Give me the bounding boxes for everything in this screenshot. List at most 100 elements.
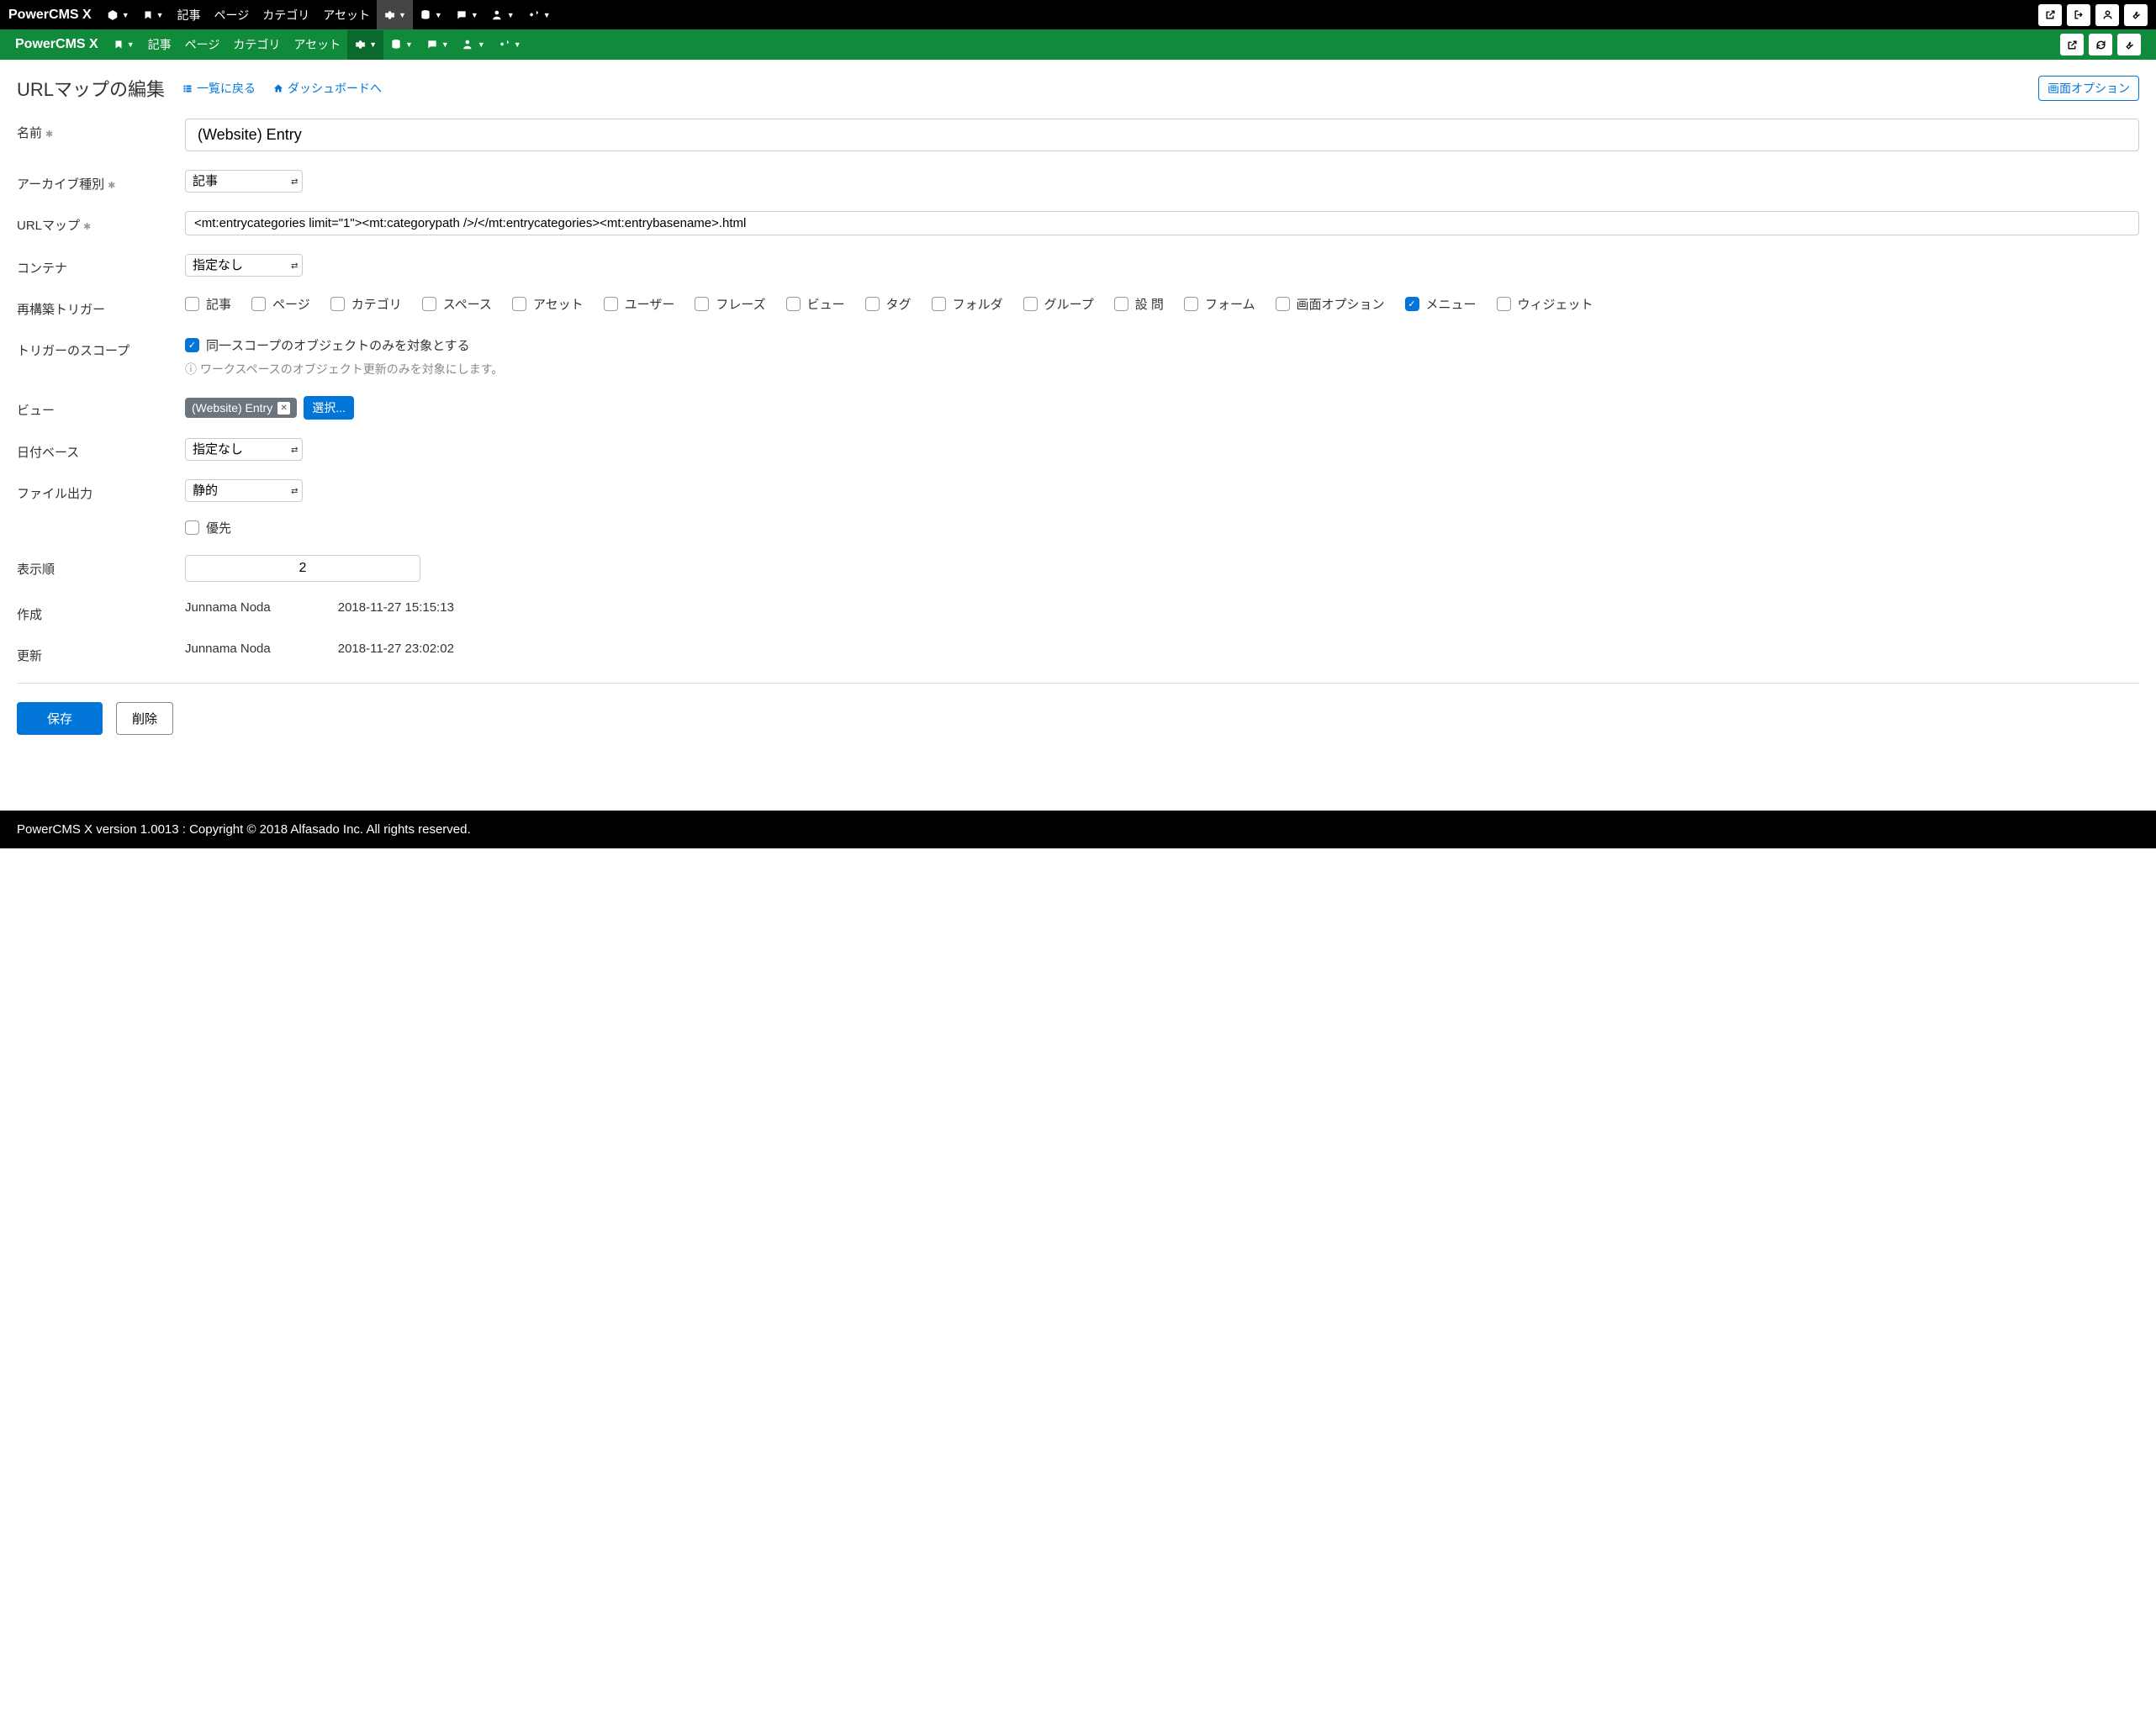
- green-gear-icon[interactable]: ▼: [347, 30, 383, 60]
- trigger-label: ウィジェット: [1518, 295, 1593, 313]
- label-trigger: 再構築トリガー: [17, 295, 185, 318]
- content: URLマップの編集 一覧に戻る ダッシュボードへ 画面オプション 名前✱ アーカ…: [0, 60, 2156, 760]
- top-nav-entry[interactable]: 記事: [171, 0, 208, 29]
- green-user-icon[interactable]: ▼: [456, 30, 492, 60]
- label-file: ファイル出力: [17, 479, 185, 536]
- trigger-label: 画面オプション: [1297, 295, 1385, 313]
- green-nav-asset[interactable]: アセット: [287, 30, 347, 60]
- view-tag: (Website) Entry ✕: [185, 398, 297, 418]
- top-btn-logout-icon[interactable]: [2067, 4, 2090, 26]
- delete-button[interactable]: 削除: [116, 702, 173, 735]
- top-nav-page[interactable]: ページ: [208, 0, 256, 29]
- trigger-label: グループ: [1044, 295, 1094, 313]
- date-select[interactable]: 指定なし: [185, 438, 303, 461]
- top-nav-category[interactable]: カテゴリ: [256, 0, 316, 29]
- top-plug-icon[interactable]: ▼: [521, 0, 557, 29]
- top-gear-icon[interactable]: ▼: [377, 0, 413, 29]
- brand-top[interactable]: PowerCMS X: [8, 8, 92, 23]
- green-plug-icon[interactable]: ▼: [492, 30, 528, 60]
- top-nav-asset[interactable]: アセット: [316, 0, 377, 29]
- trigger-label: ビュー: [807, 295, 845, 313]
- trigger-checkbox[interactable]: [1184, 297, 1198, 311]
- trigger-label: スペース: [443, 295, 492, 313]
- trigger-checkbox[interactable]: [695, 297, 709, 311]
- top-bookmark-icon[interactable]: ▼: [136, 0, 171, 29]
- scope-help: ⓘ ワークスペースのオブジェクト更新のみを対象にします。: [185, 361, 2139, 378]
- dashboard-link[interactable]: ダッシュボードへ: [272, 80, 382, 97]
- top-btn-external-icon[interactable]: [2038, 4, 2062, 26]
- top-chat-icon[interactable]: ▼: [449, 0, 485, 29]
- name-input[interactable]: [185, 119, 2139, 151]
- screen-options-button[interactable]: 画面オプション: [2038, 76, 2139, 101]
- trigger-checkbox[interactable]: [330, 297, 345, 311]
- file-select[interactable]: 静的: [185, 479, 303, 502]
- label-name: 名前✱: [17, 119, 185, 151]
- updated-at: 2018-11-27 23:02:02: [338, 642, 454, 664]
- trigger-label: 設 問: [1135, 295, 1164, 313]
- created-by: Junnama Noda: [185, 600, 271, 623]
- trigger-checkbox[interactable]: [604, 297, 618, 311]
- green-db-icon[interactable]: ▼: [383, 30, 420, 60]
- trigger-checkbox[interactable]: [786, 297, 801, 311]
- trigger-label: タグ: [886, 295, 912, 313]
- label-created: 作成: [17, 600, 185, 623]
- green-nav-category[interactable]: カテゴリ: [226, 30, 287, 60]
- label-archive: アーカイブ種別✱: [17, 170, 185, 193]
- trigger-label: フレーズ: [716, 295, 765, 313]
- trigger-checkbox[interactable]: [185, 297, 199, 311]
- trigger-label: ページ: [272, 295, 310, 313]
- priority-checkbox[interactable]: [185, 520, 199, 535]
- trigger-checkbox[interactable]: [422, 297, 436, 311]
- scope-label: 同一スコープのオブジェクトのみを対象とする: [206, 336, 470, 354]
- green-bookmark-icon[interactable]: ▼: [107, 30, 141, 60]
- trigger-label: カテゴリ: [351, 295, 402, 313]
- trigger-checkbox[interactable]: [1276, 297, 1290, 311]
- green-btn-external-icon[interactable]: [2060, 34, 2084, 55]
- order-input[interactable]: [185, 555, 420, 582]
- actions: 保存 削除: [17, 683, 2139, 735]
- brand-green[interactable]: PowerCMS X: [15, 37, 98, 52]
- trigger-label: フォーム: [1205, 295, 1255, 313]
- select-view-button[interactable]: 選択...: [304, 396, 354, 420]
- top-db-icon[interactable]: ▼: [413, 0, 449, 29]
- green-nav-page[interactable]: ページ: [178, 30, 227, 60]
- trigger-checkbox[interactable]: [251, 297, 266, 311]
- save-button[interactable]: 保存: [17, 702, 103, 735]
- trigger-checkbox[interactable]: ✓: [1405, 297, 1419, 311]
- page-title: URLマップの編集: [17, 75, 165, 102]
- trigger-checkbox[interactable]: [512, 297, 526, 311]
- label-urlmap: URLマップ✱: [17, 211, 185, 235]
- trigger-grid: 記事ページカテゴリスペースアセットユーザーフレーズビュータグフォルダグループ設 …: [185, 295, 2139, 313]
- label-date: 日付ベース: [17, 438, 185, 461]
- topbar: PowerCMS X ▼ ▼ 記事 ページ カテゴリ アセット ▼ ▼ ▼ ▼ …: [0, 0, 2156, 29]
- top-btn-user-icon[interactable]: [2095, 4, 2119, 26]
- archive-select[interactable]: 記事: [185, 170, 303, 193]
- label-updated: 更新: [17, 642, 185, 664]
- label-scope: トリガーのスコープ: [17, 336, 185, 378]
- trigger-checkbox[interactable]: [1114, 297, 1128, 311]
- trigger-checkbox[interactable]: [1023, 297, 1038, 311]
- green-chat-icon[interactable]: ▼: [420, 30, 456, 60]
- container-select[interactable]: 指定なし: [185, 254, 303, 277]
- trigger-label: フォルダ: [953, 295, 1003, 313]
- created-at: 2018-11-27 15:15:13: [338, 600, 454, 623]
- green-btn-refresh-icon[interactable]: [2089, 34, 2112, 55]
- trigger-checkbox[interactable]: [865, 297, 880, 311]
- top-cube-icon[interactable]: ▼: [100, 0, 136, 29]
- top-btn-wrench-icon[interactable]: [2124, 4, 2148, 26]
- label-view: ビュー: [17, 396, 185, 420]
- greenbar: PowerCMS X ▼ 記事 ページ カテゴリ アセット ▼ ▼ ▼ ▼ ▼: [0, 29, 2156, 60]
- trigger-label: ユーザー: [625, 295, 675, 313]
- view-tag-remove-icon[interactable]: ✕: [277, 402, 290, 415]
- urlmap-input[interactable]: [185, 211, 2139, 235]
- trigger-checkbox[interactable]: [1497, 297, 1511, 311]
- trigger-checkbox[interactable]: [932, 297, 946, 311]
- back-link[interactable]: 一覧に戻る: [182, 80, 256, 97]
- green-nav-entry[interactable]: 記事: [141, 30, 178, 60]
- label-order: 表示順: [17, 555, 185, 582]
- trigger-label: アセット: [533, 295, 584, 313]
- priority-label: 優先: [206, 519, 231, 536]
- green-btn-wrench-icon[interactable]: [2117, 34, 2141, 55]
- scope-checkbox[interactable]: ✓: [185, 338, 199, 352]
- top-user-icon[interactable]: ▼: [485, 0, 521, 29]
